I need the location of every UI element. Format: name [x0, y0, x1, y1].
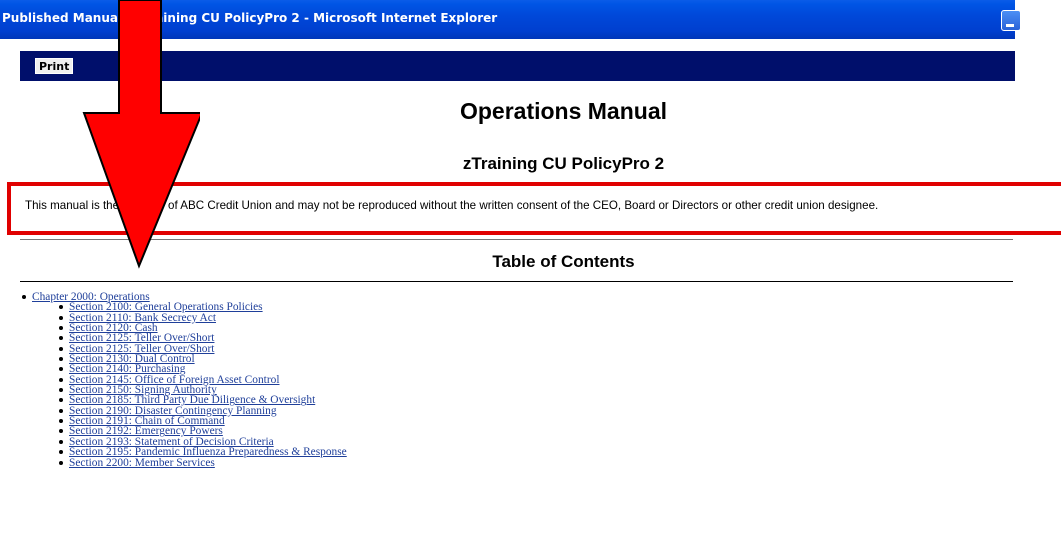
toc-section-item: Section 2200: Member Services [57, 457, 347, 469]
section-link[interactable]: Section 2200: Member Services [69, 457, 215, 469]
red-arrow-annotation [82, 0, 200, 269]
section-list: Section 2100: General Operations Policie… [57, 302, 347, 468]
toc-chapter-item: Chapter 2000: Operations Section 2100: G… [20, 291, 347, 468]
divider [20, 281, 1013, 282]
minimize-button[interactable] [1001, 10, 1021, 31]
table-of-contents: Chapter 2000: Operations Section 2100: G… [20, 291, 347, 468]
